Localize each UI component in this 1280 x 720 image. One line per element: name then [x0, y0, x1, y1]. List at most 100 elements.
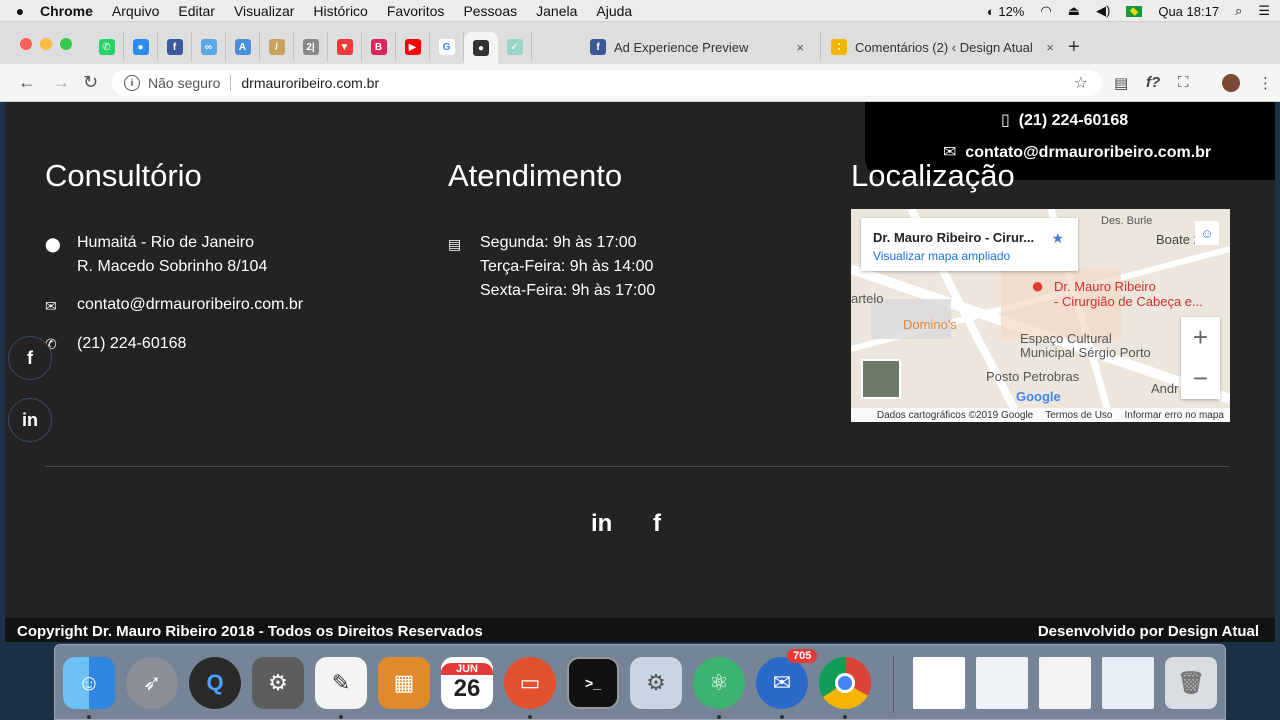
check-icon: ✓ — [506, 39, 523, 55]
omnibox[interactable]: i Não seguro drmauroribeiro.com.br ☆ — [112, 70, 1102, 96]
document-thumbnail-2[interactable] — [976, 657, 1028, 709]
developer-credit-link[interactable]: Desenvolvido por Design Atual — [1038, 623, 1259, 640]
textedit-icon[interactable]: ✎ — [315, 657, 367, 709]
contact-phone[interactable]: (21) 224-60168 — [77, 335, 186, 353]
translate-icon: A — [234, 39, 251, 55]
top-phone[interactable]: ▯ (21) 224-60168 — [1001, 110, 1128, 130]
spotlight-search-icon[interactable]: ⌕ — [1235, 3, 1242, 19]
chrome-menu-icon[interactable]: ⋮ — [1258, 74, 1273, 92]
pinned-tab[interactable]: ● — [124, 32, 158, 62]
pinned-tab[interactable]: ∞ — [192, 32, 226, 62]
save-place-star-icon[interactable]: ★ — [1051, 230, 1064, 247]
finder-icon[interactable]: ☺ — [63, 657, 115, 709]
calendar-icon[interactable]: JUN 26 — [441, 657, 493, 709]
menu-pessoas[interactable]: Pessoas — [463, 3, 517, 19]
gear-app-icon[interactable]: ⚙ — [630, 657, 682, 709]
clock[interactable]: Qua 18:17 — [1158, 4, 1219, 19]
pinned-tab[interactable]: G — [430, 32, 464, 62]
street-view-pegman-icon[interactable]: ☺ — [1195, 221, 1219, 245]
pinned-tab[interactable]: f — [158, 32, 192, 62]
box-icon: / — [268, 39, 285, 55]
calendar-month: JUN — [441, 663, 493, 675]
menu-historico[interactable]: Histórico — [313, 3, 367, 19]
menu-ajuda[interactable]: Ajuda — [596, 3, 632, 19]
menu-janela[interactable]: Janela — [536, 3, 577, 19]
new-tab-button[interactable]: + — [1068, 36, 1080, 59]
floating-linkedin-button[interactable]: in — [8, 398, 52, 442]
document-thumbnail-3[interactable] — [1039, 657, 1091, 709]
tab-ad-experience-preview[interactable]: f Ad Experience Preview × — [580, 32, 810, 62]
pinned-tab[interactable]: ✓ — [498, 32, 532, 62]
back-button[interactable]: ← — [18, 72, 36, 93]
input-source-flag-icon[interactable] — [1126, 5, 1143, 17]
reload-button[interactable]: ↻ — [83, 72, 98, 93]
vivaldi-icon: ▼ — [336, 39, 353, 55]
document-thumbnail-1[interactable] — [913, 657, 965, 709]
map-report-error-link[interactable]: Informar erro no mapa — [1125, 410, 1225, 421]
thunderbird-mail-icon[interactable]: ✉ — [756, 657, 808, 709]
quicktime-icon[interactable]: Q — [189, 657, 241, 709]
pinned-tab[interactable]: ▼ — [328, 32, 362, 62]
zoom-window-button[interactable] — [60, 38, 72, 50]
menu-editar[interactable]: Editar — [178, 3, 215, 19]
dock: ☺ ➶ Q ⚙ ✎ ▦ JUN 26 ▭ >_ ⚙ ⚛ ✉ 705 🗑 — [54, 644, 1226, 720]
close-window-button[interactable] — [20, 38, 32, 50]
localizacao-heading: Localização — [851, 158, 1015, 193]
contact-email-link[interactable]: contato@drmauroribeiro.com.br — [77, 296, 303, 314]
pinned-tab[interactable]: A — [226, 32, 260, 62]
bookmark-star-icon[interactable]: ☆ — [1074, 73, 1088, 93]
system-preferences-icon[interactable]: ⚙ — [252, 657, 304, 709]
menu-chrome[interactable]: Chrome — [40, 3, 93, 19]
close-tab-icon[interactable]: × — [796, 40, 804, 55]
presentation-app-icon[interactable]: ▭ — [504, 657, 556, 709]
chrome-icon[interactable] — [819, 657, 871, 709]
close-tab-icon[interactable]: × — [1046, 40, 1054, 55]
menu-favoritos[interactable]: Favoritos — [387, 3, 445, 19]
zoom-out-button[interactable]: − — [1181, 358, 1220, 399]
menu-arquivo[interactable]: Arquivo — [112, 3, 159, 19]
formula-extension-icon[interactable]: f? — [1146, 74, 1160, 91]
pinned-tab[interactable]: 2| — [294, 32, 328, 62]
reader-extension-icon[interactable]: ▤ — [1114, 74, 1128, 92]
atom-icon[interactable]: ⚛ — [693, 657, 745, 709]
pinned-tab[interactable]: ▶ — [396, 32, 430, 62]
eject-icon[interactable]: ⏏ — [1068, 3, 1080, 19]
view-larger-map-link[interactable]: Visualizar mapa ampliado — [873, 249, 1010, 263]
pinned-tab[interactable]: ✆ — [90, 32, 124, 62]
omnibox-separator — [230, 75, 232, 91]
tab-comentarios[interactable]: ⁚ Comentários (2) ‹ Design Atual × — [820, 32, 1060, 62]
notification-center-icon[interactable]: ☰ — [1258, 3, 1270, 19]
minimize-window-button[interactable] — [40, 38, 52, 50]
floating-facebook-button[interactable]: f — [8, 336, 52, 380]
forward-button[interactable]: → — [52, 72, 70, 93]
menu-visualizar[interactable]: Visualizar — [234, 3, 294, 19]
url-text[interactable]: drmauroribeiro.com.br — [241, 75, 379, 91]
battery-status[interactable]: ◐ 12% — [987, 4, 1025, 19]
document-thumbnail-4[interactable] — [1102, 657, 1154, 709]
pinned-tab[interactable]: / — [260, 32, 294, 62]
terminal-icon[interactable]: >_ — [567, 657, 619, 709]
pinned-tab[interactable]: B — [362, 32, 396, 62]
google-map[interactable]: Dr. Mauro Ribeiro - Cirur... Visualizar … — [851, 209, 1230, 422]
wifi-icon[interactable]: ◠ — [1040, 3, 1051, 19]
map-zoom-controls: + − — [1181, 317, 1220, 399]
launchpad-icon[interactable]: ➶ — [126, 657, 178, 709]
number-icon: 2| — [302, 39, 319, 55]
calculator-icon[interactable]: ▦ — [378, 657, 430, 709]
zoom-in-button[interactable]: + — [1181, 317, 1220, 358]
map-place-card: Dr. Mauro Ribeiro - Cirur... Visualizar … — [861, 218, 1078, 271]
footer-linkedin-icon[interactable]: in — [591, 510, 612, 538]
mail-icon: ✉ — [45, 298, 57, 314]
map-pin-icon[interactable]: ● — [1031, 273, 1044, 299]
site-info-icon[interactable]: i — [124, 75, 140, 91]
map-terms-link[interactable]: Termos de Uso — [1045, 410, 1112, 421]
screenshot-extension-icon[interactable]: ⛶ — [1178, 74, 1189, 91]
footer-facebook-icon[interactable]: f — [653, 510, 661, 538]
pinned-tab[interactable]: ● — [464, 32, 498, 64]
volume-icon[interactable]: ◀) — [1096, 3, 1110, 19]
address-line-2: R. Macedo Sobrinho 8/104 — [77, 258, 268, 275]
trash-icon[interactable]: 🗑 — [1165, 657, 1217, 709]
apple-icon[interactable]: ● — [0, 3, 40, 19]
satellite-toggle-button[interactable] — [861, 359, 901, 399]
profile-avatar[interactable] — [1222, 74, 1240, 92]
